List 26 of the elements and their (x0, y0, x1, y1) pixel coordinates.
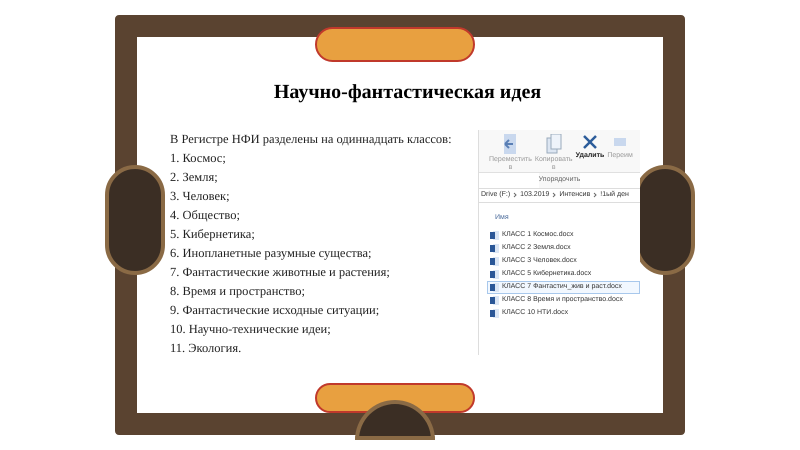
list-item: 6. Инопланетные разумные существа; (170, 245, 372, 262)
intro-text: В Регистре НФИ разделены на одиннадцать классов: (170, 131, 453, 148)
chevron-icon (552, 192, 556, 198)
close-icon (582, 134, 598, 150)
list-item: 3. Человек; (170, 188, 230, 205)
list-item: 7. Фантастические животные и растения; (170, 264, 390, 281)
document-icon (490, 270, 499, 279)
document-icon (490, 231, 499, 240)
list-item: 1. Космос; (170, 150, 226, 167)
list-item: 5. Кибернетика; (170, 226, 255, 243)
list-item: 9. Фантастические исходные ситуации; (170, 302, 380, 319)
chevron-icon (593, 192, 598, 198)
chevron-icon (513, 192, 518, 198)
slide-title: Научно-фантастическая идея (274, 80, 542, 105)
document-icon (490, 283, 499, 292)
list-item: 11. Экология. (170, 340, 242, 357)
list-item: 4. Общество; (170, 207, 240, 224)
document-icon (490, 244, 499, 253)
list-item: 8. Время и пространство; (170, 283, 305, 300)
list-item: 2. Земля; (170, 169, 218, 186)
list-item: 10. Научно-технические идеи; (170, 321, 331, 338)
move-icon (502, 134, 518, 154)
document-icon (490, 257, 499, 266)
document-icon (490, 309, 499, 318)
copy-icon (546, 134, 562, 154)
document-icon (490, 296, 499, 305)
